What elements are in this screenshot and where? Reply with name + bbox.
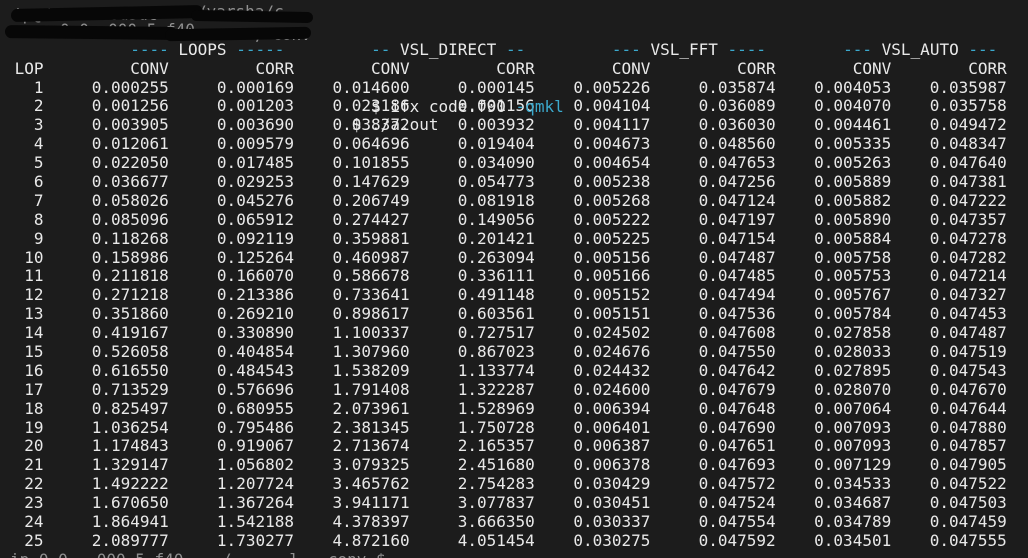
prompt-and-command-text: $ ifx code.f90 [43, 96, 516, 116]
group-dashes: ---- [727, 39, 767, 59]
table-group-header-row: ---- LOOPS ----- -- VSL_DIRECT -- --- VS… [5, 39, 1028, 60]
prompt-line-2: 0 0 000 5 f40 , conv $ ./a.out [4, 20, 1028, 134]
group-dashes: --- [843, 39, 873, 59]
table-row: 20 1.174843 0.919067 2.713674 2.165357 0… [5, 436, 1007, 456]
group-dashes: -- [505, 39, 526, 59]
group-dashes: -- [371, 39, 391, 59]
table-row: 8 0.085096 0.065912 0.274427 0.149056 0.… [5, 209, 1007, 229]
table-row: 19 1.036254 0.795486 2.381345 1.750728 0… [5, 417, 1007, 437]
prompt-and-command-text: $ ./a.out [43, 115, 439, 135]
table-row: 17 0.713529 0.576696 1.791408 1.322287 0… [5, 379, 1007, 399]
group-label: VSL_DIRECT [390, 39, 506, 59]
table-row: 22 1.492222 1.207724 3.465762 2.754283 0… [5, 474, 1007, 494]
table-row: 10 0.158986 0.125264 0.460987 0.263094 0… [5, 247, 1007, 267]
compile-command: $ ifx code.f90 -qmkl [44, 97, 564, 116]
partial-bottom-line: ip 0 0 000 5 f40 / l , conv $ [5, 550, 1028, 558]
terminal-window[interactable]: ip@duce 000d5dc /varsha/c $ ifx code.f90… [0, 0, 1028, 558]
table-row: 15 0.526058 0.404854 1.307960 0.867023 0… [5, 342, 1007, 362]
table-row: 23 1.670650 1.367264 3.941171 3.077837 0… [5, 493, 1007, 513]
table-row: 25 2.089777 1.730277 4.872160 4.051454 0… [5, 530, 1007, 550]
table-row: 7 0.058026 0.045276 0.206749 0.081918 0.… [5, 190, 1007, 210]
redaction-scribble [4, 24, 178, 40]
group-dashes: --- [968, 39, 998, 59]
table-row: 6 0.036677 0.029253 0.147629 0.054773 0.… [5, 172, 1007, 192]
table-row: 12 0.271218 0.213386 0.733641 0.491148 0… [5, 285, 1007, 305]
table-row: 9 0.118268 0.092119 0.359881 0.201421 0.… [5, 228, 1007, 248]
table-row: 18 0.825497 0.680955 2.073961 1.528969 0… [5, 398, 1007, 418]
table-row: 21 1.329147 1.056802 3.079325 2.451680 0… [5, 455, 1007, 475]
group-label: VSL_AUTO [872, 39, 969, 59]
table-row: 5 0.022050 0.017485 0.101855 0.034090 0.… [5, 153, 1007, 173]
group-label: LOOPS [168, 39, 237, 59]
group-label: VSL_FFT [640, 39, 728, 59]
table-row: 13 0.351860 0.269210 0.898617 0.603561 0… [5, 304, 1007, 324]
table-row: 1 0.000255 0.000169 0.014600 0.000145 0.… [5, 77, 1007, 97]
compiler-flag: -qmkl [515, 96, 564, 116]
redaction-scribble [190, 9, 314, 24]
group-dashes: --- [611, 39, 641, 59]
group-dashes: ---- [130, 39, 169, 59]
table-row: 24 1.864941 1.542188 4.378397 3.666350 0… [5, 512, 1007, 532]
table-row: 4 0.012061 0.009579 0.064696 0.019404 0.… [5, 134, 1007, 154]
table-body: 1 0.000255 0.000169 0.014600 0.000145 0.… [5, 77, 1028, 551]
table-row: 16 0.616550 0.484543 1.538209 1.133774 0… [5, 360, 1007, 380]
table-row: 14 0.419167 0.330890 1.100337 0.727517 0… [5, 323, 1007, 343]
run-command: $ ./a.out [44, 115, 439, 134]
redaction-scribble [164, 26, 312, 42]
table-row: 11 0.211818 0.166070 0.586678 0.336111 0… [5, 266, 1007, 286]
table-column-header-row: LOP CONV CORR CONV CORR CONV CORR CONV C… [5, 58, 1007, 78]
